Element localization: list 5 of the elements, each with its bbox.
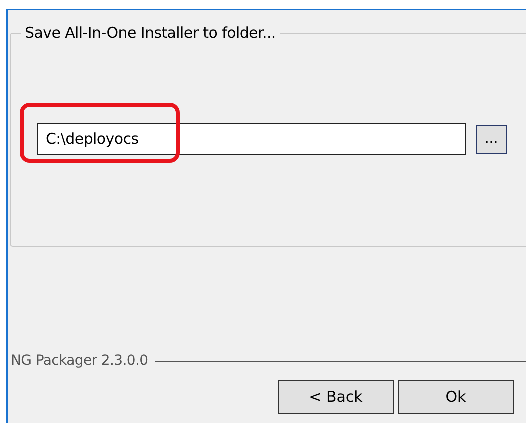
folder-field[interactable]: C:\deployocs [37,123,466,155]
back-button[interactable]: < Back [278,380,394,414]
version-label: NG Packager 2.3.0.0 [11,353,148,369]
browse-button[interactable]: ... [476,124,507,154]
ok-button[interactable]: Ok [398,380,514,414]
